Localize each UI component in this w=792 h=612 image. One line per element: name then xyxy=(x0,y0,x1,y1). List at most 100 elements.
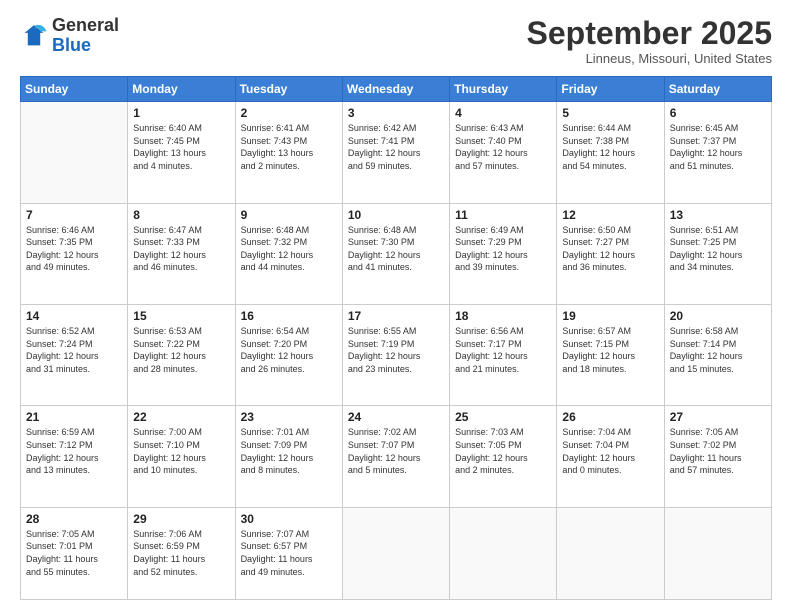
header-sunday: Sunday xyxy=(21,77,128,102)
header-thursday: Thursday xyxy=(450,77,557,102)
logo-icon xyxy=(20,22,48,50)
day-info: Sunrise: 7:05 AMSunset: 7:01 PMDaylight:… xyxy=(26,528,122,578)
day-number: 10 xyxy=(348,208,444,222)
day-number: 30 xyxy=(241,512,337,526)
calendar-cell xyxy=(450,507,557,599)
day-info: Sunrise: 6:46 AMSunset: 7:35 PMDaylight:… xyxy=(26,224,122,274)
day-info: Sunrise: 6:58 AMSunset: 7:14 PMDaylight:… xyxy=(670,325,766,375)
header: General Blue September 2025 Linneus, Mis… xyxy=(20,16,772,66)
calendar-cell: 21Sunrise: 6:59 AMSunset: 7:12 PMDayligh… xyxy=(21,406,128,507)
calendar-cell: 30 Sunrise: 7:07 AMSunset: 6:57 PMDayligh… xyxy=(235,507,342,599)
day-number: 19 xyxy=(562,309,658,323)
day-number: 26 xyxy=(562,410,658,424)
day-number: 1 xyxy=(133,106,229,120)
day-number: 16 xyxy=(241,309,337,323)
calendar-cell: 17 Sunrise: 6:55 AMSunset: 7:19 PMDayligh… xyxy=(342,305,449,406)
location: Linneus, Missouri, United States xyxy=(527,51,772,66)
title-block: September 2025 Linneus, Missouri, United… xyxy=(527,16,772,66)
calendar-cell: 11 Sunrise: 6:49 AMSunset: 7:29 PMDayligh… xyxy=(450,203,557,304)
day-info: Sunrise: 6:40 AMSunset: 7:45 PMDaylight:… xyxy=(133,122,229,172)
calendar-cell: 8 Sunrise: 6:47 AMSunset: 7:33 PMDaylight… xyxy=(128,203,235,304)
page: General Blue September 2025 Linneus, Mis… xyxy=(0,0,792,612)
day-info: Sunrise: 7:07 AMSunset: 6:57 PMDaylight:… xyxy=(241,528,337,578)
day-info: Sunrise: 7:03 AMSunset: 7:05 PMDaylight:… xyxy=(455,426,551,476)
logo-blue: Blue xyxy=(52,35,91,55)
day-info: Sunrise: 7:05 AMSunset: 7:02 PMDaylight:… xyxy=(670,426,766,476)
calendar-cell: 20 Sunrise: 6:58 AMSunset: 7:14 PMDayligh… xyxy=(664,305,771,406)
day-number: 12 xyxy=(562,208,658,222)
calendar-cell: 28 Sunrise: 7:05 AMSunset: 7:01 PMDayligh… xyxy=(21,507,128,599)
calendar-cell: 16 Sunrise: 6:54 AMSunset: 7:20 PMDayligh… xyxy=(235,305,342,406)
calendar-cell: 13 Sunrise: 6:51 AMSunset: 7:25 PMDayligh… xyxy=(664,203,771,304)
day-number: 5 xyxy=(562,106,658,120)
day-info: Sunrise: 6:53 AMSunset: 7:22 PMDaylight:… xyxy=(133,325,229,375)
calendar-cell: 14 Sunrise: 6:52 AMSunset: 7:24 PMDayligh… xyxy=(21,305,128,406)
day-info: Sunrise: 6:45 AMSunset: 7:37 PMDaylight:… xyxy=(670,122,766,172)
day-number: 4 xyxy=(455,106,551,120)
calendar-cell: 22 Sunrise: 7:00 AMSunset: 7:10 PMDayligh… xyxy=(128,406,235,507)
day-info: Sunrise: 6:55 AMSunset: 7:19 PMDaylight:… xyxy=(348,325,444,375)
day-info: Sunrise: 7:01 AMSunset: 7:09 PMDaylight:… xyxy=(241,426,337,476)
calendar-cell: 24Sunrise: 7:02 AMSunset: 7:07 PMDayligh… xyxy=(342,406,449,507)
day-info: Sunrise: 6:47 AMSunset: 7:33 PMDaylight:… xyxy=(133,224,229,274)
day-info: Sunrise: 7:00 AMSunset: 7:10 PMDaylight:… xyxy=(133,426,229,476)
day-info: Sunrise: 6:48 AMSunset: 7:30 PMDaylight:… xyxy=(348,224,444,274)
day-info: Sunrise: 6:44 AMSunset: 7:38 PMDaylight:… xyxy=(562,122,658,172)
day-info: Sunrise: 6:49 AMSunset: 7:29 PMDaylight:… xyxy=(455,224,551,274)
calendar-cell xyxy=(664,507,771,599)
header-friday: Friday xyxy=(557,77,664,102)
day-number: 13 xyxy=(670,208,766,222)
day-number: 11 xyxy=(455,208,551,222)
day-number: 22 xyxy=(133,410,229,424)
calendar-cell: 2Sunrise: 6:41 AMSunset: 7:43 PMDaylight… xyxy=(235,102,342,203)
day-number: 3 xyxy=(348,106,444,120)
day-number: 28 xyxy=(26,512,122,526)
day-info: Sunrise: 6:42 AMSunset: 7:41 PMDaylight:… xyxy=(348,122,444,172)
calendar-cell xyxy=(21,102,128,203)
day-info: Sunrise: 6:54 AMSunset: 7:20 PMDaylight:… xyxy=(241,325,337,375)
day-number: 6 xyxy=(670,106,766,120)
header-tuesday: Tuesday xyxy=(235,77,342,102)
header-saturday: Saturday xyxy=(664,77,771,102)
logo-general: General xyxy=(52,15,119,35)
calendar-cell: 9Sunrise: 6:48 AMSunset: 7:32 PMDaylight… xyxy=(235,203,342,304)
calendar-cell: 6 Sunrise: 6:45 AMSunset: 7:37 PMDaylight… xyxy=(664,102,771,203)
header-wednesday: Wednesday xyxy=(342,77,449,102)
day-number: 25 xyxy=(455,410,551,424)
calendar-cell: 27Sunrise: 7:05 AMSunset: 7:02 PMDayligh… xyxy=(664,406,771,507)
day-info: Sunrise: 6:50 AMSunset: 7:27 PMDaylight:… xyxy=(562,224,658,274)
calendar-cell: 1 Sunrise: 6:40 AMSunset: 7:45 PMDaylight… xyxy=(128,102,235,203)
day-number: 2 xyxy=(241,106,337,120)
calendar-cell: 7 Sunrise: 6:46 AMSunset: 7:35 PMDaylight… xyxy=(21,203,128,304)
calendar-cell: 29 Sunrise: 7:06 AMSunset: 6:59 PMDayligh… xyxy=(128,507,235,599)
calendar-cell: 12 Sunrise: 6:50 AMSunset: 7:27 PMDayligh… xyxy=(557,203,664,304)
calendar-cell: 4Sunrise: 6:43 AMSunset: 7:40 PMDaylight… xyxy=(450,102,557,203)
month-title: September 2025 xyxy=(527,16,772,51)
calendar-cell: 25 Sunrise: 7:03 AMSunset: 7:05 PMDayligh… xyxy=(450,406,557,507)
calendar-cell xyxy=(557,507,664,599)
day-number: 8 xyxy=(133,208,229,222)
day-number: 23 xyxy=(241,410,337,424)
day-number: 7 xyxy=(26,208,122,222)
day-number: 29 xyxy=(133,512,229,526)
weekday-header-row: Sunday Monday Tuesday Wednesday Thursday… xyxy=(21,77,772,102)
header-monday: Monday xyxy=(128,77,235,102)
day-info: Sunrise: 6:51 AMSunset: 7:25 PMDaylight:… xyxy=(670,224,766,274)
calendar-cell: 10 Sunrise: 6:48 AMSunset: 7:30 PMDayligh… xyxy=(342,203,449,304)
day-number: 14 xyxy=(26,309,122,323)
day-number: 15 xyxy=(133,309,229,323)
day-number: 18 xyxy=(455,309,551,323)
day-info: Sunrise: 7:02 AMSunset: 7:07 PMDaylight:… xyxy=(348,426,444,476)
calendar-cell xyxy=(342,507,449,599)
calendar-cell: 18Sunrise: 6:56 AMSunset: 7:17 PMDayligh… xyxy=(450,305,557,406)
calendar-cell: 15 Sunrise: 6:53 AMSunset: 7:22 PMDayligh… xyxy=(128,305,235,406)
calendar-cell: 26Sunrise: 7:04 AMSunset: 7:04 PMDayligh… xyxy=(557,406,664,507)
day-number: 17 xyxy=(348,309,444,323)
day-info: Sunrise: 6:52 AMSunset: 7:24 PMDaylight:… xyxy=(26,325,122,375)
calendar-cell: 3 Sunrise: 6:42 AMSunset: 7:41 PMDaylight… xyxy=(342,102,449,203)
day-number: 9 xyxy=(241,208,337,222)
day-info: Sunrise: 7:06 AMSunset: 6:59 PMDaylight:… xyxy=(133,528,229,578)
day-number: 20 xyxy=(670,309,766,323)
calendar: Sunday Monday Tuesday Wednesday Thursday… xyxy=(20,76,772,600)
calendar-cell: 19Sunrise: 6:57 AMSunset: 7:15 PMDayligh… xyxy=(557,305,664,406)
